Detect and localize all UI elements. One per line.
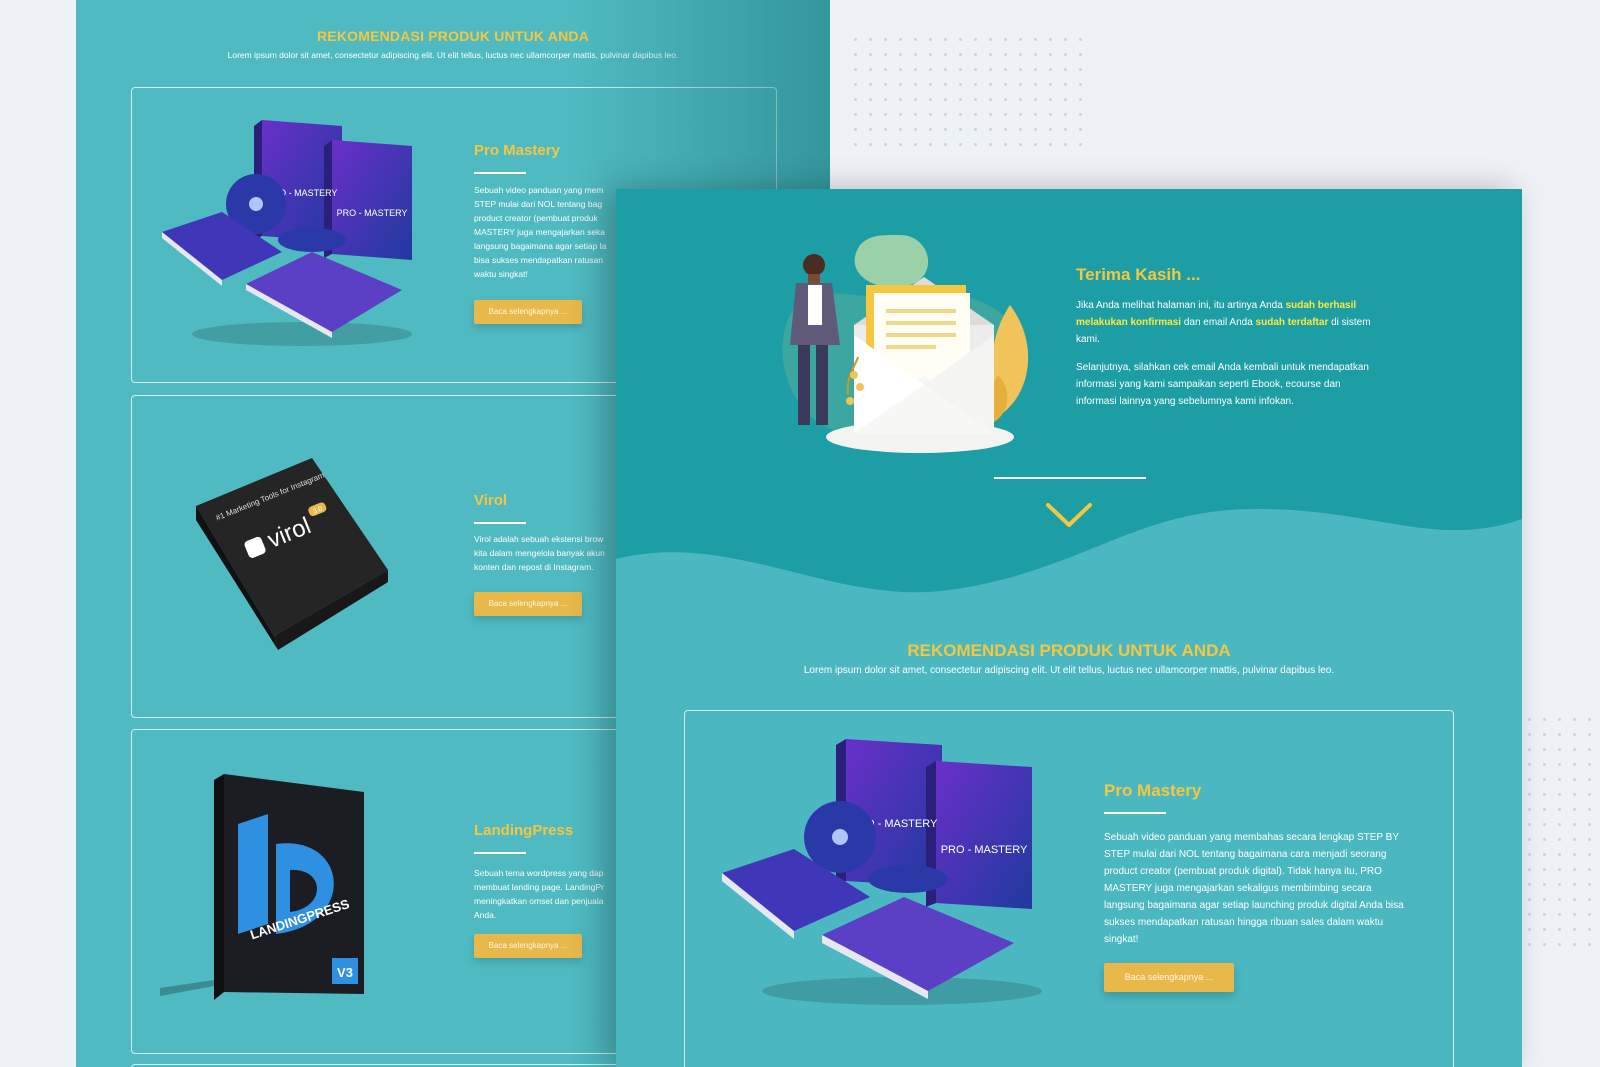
next-steps-text: Selanjutnya, silahkan cek email Anda kem… xyxy=(1076,362,1369,407)
section-title: REKOMENDASI PRODUK UNTUK ANDA xyxy=(907,641,1231,660)
pro-mastery-product-image: PRO - MASTERY PRO - MASTERY xyxy=(722,739,1042,1005)
product-divider xyxy=(474,522,526,524)
read-more-button[interactable]: Baca selengkapnya ... xyxy=(474,300,582,324)
read-more-button[interactable]: Baca selengkapnya ... xyxy=(474,592,582,616)
pro-mastery-product-image: PRO - MASTERY PRO - MASTERY xyxy=(162,120,412,346)
thank-you-title: Terima Kasih ... xyxy=(1076,265,1201,284)
front-page-screenshot: Terima Kasih ... Jika Anda melihat halam… xyxy=(616,189,1522,1067)
dot-pattern-top xyxy=(848,32,1092,152)
product-divider xyxy=(474,172,526,174)
product-name: Pro Mastery xyxy=(474,142,560,159)
envelope-illustration xyxy=(782,235,1029,453)
box-label: PRO - MASTERY xyxy=(941,844,1028,856)
product-divider xyxy=(474,852,526,854)
box-version: V3 xyxy=(337,965,353,980)
product-description: Sebuah video panduan yang membahas secar… xyxy=(1104,832,1404,945)
section-subtitle: Lorem ipsum dolor sit amet, consectetur … xyxy=(803,665,1335,676)
read-more-button[interactable]: Baca selengkapnya ... xyxy=(1104,963,1234,992)
read-more-button[interactable]: Baca selengkapnya ... xyxy=(474,934,582,958)
landingpress-product-image: LANDINGPRESS V3 xyxy=(160,774,364,1000)
box-label: PRO - MASTERY xyxy=(337,208,408,218)
product-name: Pro Mastery xyxy=(1104,781,1202,800)
highlight-registered: sudah terdaftar xyxy=(1255,317,1329,328)
product-name: LandingPress xyxy=(474,822,574,839)
chevron-down-icon[interactable] xyxy=(1044,501,1094,531)
product-divider xyxy=(1104,812,1166,814)
virol-product-image: #1 Marketing Tools for Instagram virol 3… xyxy=(196,458,388,650)
dot-pattern-right xyxy=(1522,712,1600,952)
product-name: Virol xyxy=(474,492,508,509)
hero-divider xyxy=(994,477,1146,479)
confirmation-text: Jika Anda melihat halaman ini, itu artin… xyxy=(1076,300,1371,345)
